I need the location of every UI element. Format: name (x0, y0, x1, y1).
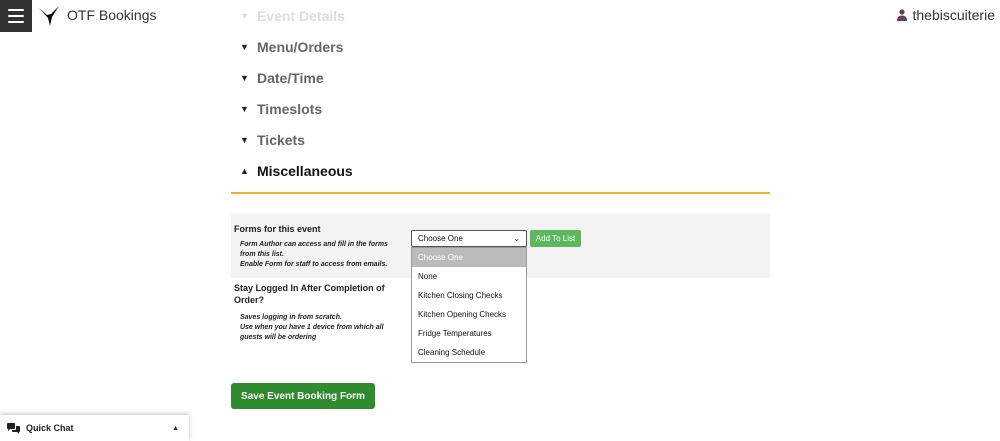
hamburger-icon-bar (8, 15, 24, 17)
dropdown-option[interactable]: None (412, 267, 526, 286)
section-tickets[interactable]: ▼ Tickets (240, 132, 305, 148)
forms-field-description-3: Enable Form for staff to access from ema… (240, 261, 388, 268)
section-divider (231, 192, 770, 194)
stay-logged-title-2: Order? (234, 295, 265, 305)
dropdown-option[interactable]: Choose One (412, 248, 526, 267)
section-label: Date/Time (257, 70, 324, 86)
section-label: Menu/Orders (257, 39, 344, 55)
stay-logged-description-1: Saves logging in from scratch. (240, 314, 342, 321)
app-title: OTF Bookings (67, 7, 157, 23)
section-label: Tickets (257, 132, 305, 148)
hamburger-icon-bar (8, 21, 24, 23)
user-icon (896, 9, 907, 21)
dropdown-option[interactable]: Kitchen Closing Checks (412, 286, 526, 305)
section-label: Event Details (257, 8, 345, 24)
dropdown-option[interactable]: Kitchen Opening Checks (412, 305, 526, 324)
menu-button[interactable] (0, 0, 32, 32)
dropdown-option[interactable]: Fridge Temperatures (412, 324, 526, 343)
caret-down-icon: ▼ (240, 135, 249, 145)
caret-down-icon: ▼ (240, 73, 249, 83)
caret-up-icon: ▲ (240, 166, 249, 176)
caret-down-icon: ▼ (240, 42, 249, 52)
stay-logged-description-2: Use when you have 1 device from which al… (240, 324, 384, 331)
caret-down-icon: ▼ (240, 11, 249, 21)
add-to-list-button[interactable]: Add To List (530, 230, 581, 247)
forms-dropdown-list: Choose One None Kitchen Closing Checks K… (411, 247, 527, 363)
hummingbird-logo-icon (39, 6, 59, 26)
section-menu-orders[interactable]: ▼ Menu/Orders (240, 39, 343, 55)
user-menu[interactable]: thebiscuiterie (896, 7, 996, 23)
save-event-booking-form-button[interactable]: Save Event Booking Form (231, 383, 375, 409)
caret-up-icon[interactable]: ▲ (172, 425, 179, 432)
chat-bubbles-icon (7, 422, 20, 434)
section-event-details[interactable]: ▼ Event Details (240, 8, 345, 24)
dropdown-option[interactable]: Cleaning Schedule (412, 343, 526, 362)
hamburger-icon-bar (8, 9, 24, 11)
username: thebiscuiterie (912, 7, 996, 23)
forms-field-description-1: Form Author can access and fill in the f… (240, 241, 388, 248)
forms-select[interactable]: Choose One ⌄ (411, 230, 527, 247)
chevron-down-icon: ⌄ (513, 234, 520, 243)
stay-logged-title-1: Stay Logged In After Completion of (234, 283, 385, 293)
section-date-time[interactable]: ▼ Date/Time (240, 70, 324, 86)
stay-logged-description-3: guests will be ordering (240, 334, 317, 341)
forms-field-title: Forms for this event (234, 224, 321, 234)
caret-down-icon: ▼ (240, 104, 249, 114)
quick-chat-label: Quick Chat (26, 423, 74, 433)
forms-field-description-2: from this list. (240, 251, 284, 258)
section-label: Timeslots (257, 101, 323, 117)
section-label: Miscellaneous (257, 163, 353, 179)
section-timeslots[interactable]: ▼ Timeslots (240, 101, 322, 117)
quick-chat-bar[interactable]: Quick Chat ▲ (0, 415, 189, 441)
section-miscellaneous[interactable]: ▲ Miscellaneous (240, 163, 353, 179)
select-value: Choose One (418, 234, 463, 243)
